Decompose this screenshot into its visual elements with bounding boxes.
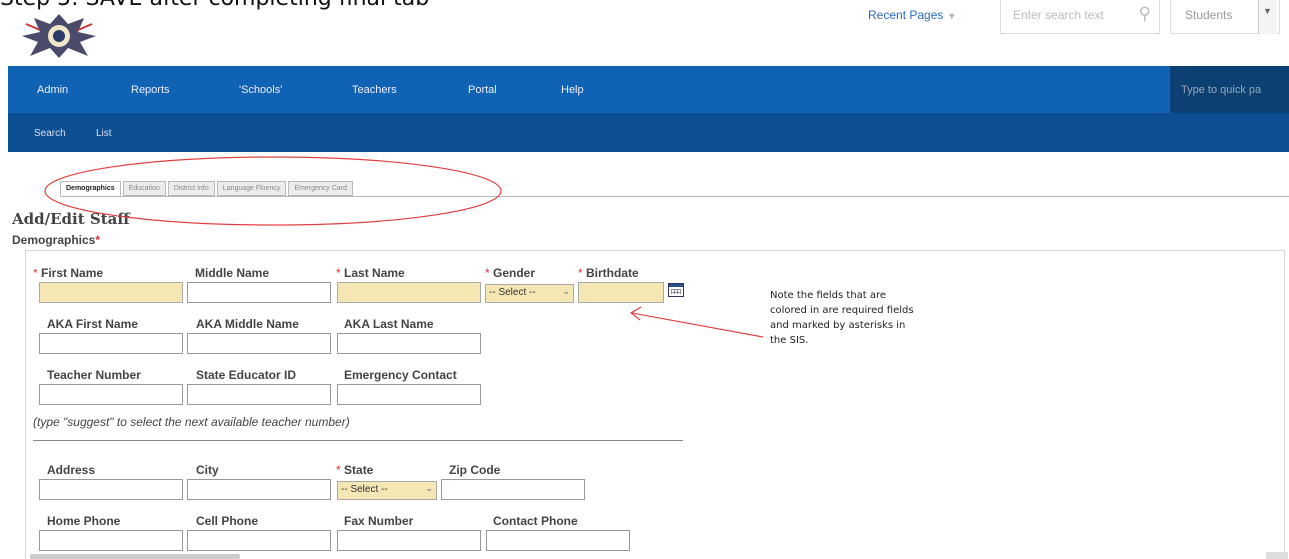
horizontal-scrollbar[interactable] <box>30 554 240 559</box>
scrollbar-corner <box>1266 552 1288 559</box>
annotation-arrow <box>629 306 764 338</box>
